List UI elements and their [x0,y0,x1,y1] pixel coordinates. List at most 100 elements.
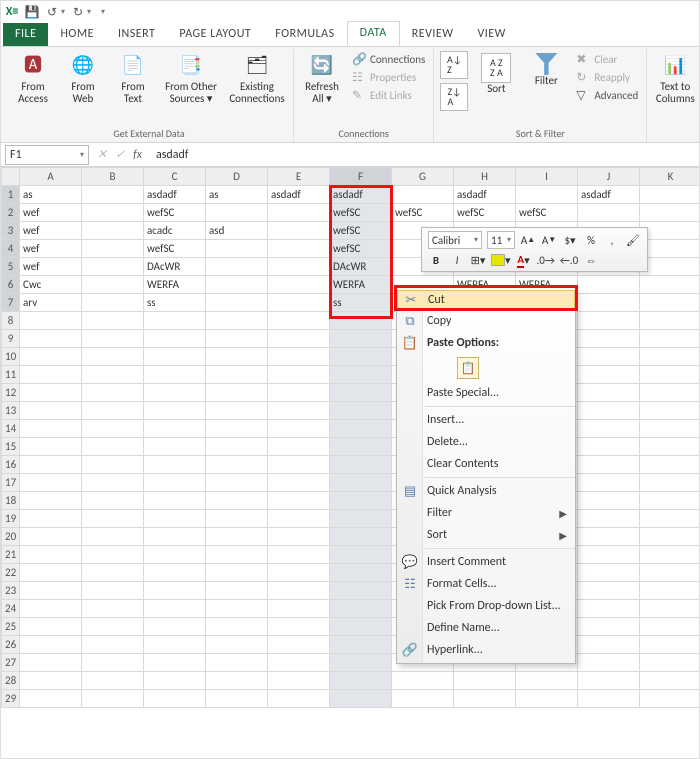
cell-C8[interactable] [144,312,206,330]
cell-F22[interactable] [330,564,392,582]
cell-B24[interactable] [82,600,144,618]
cell-B29[interactable] [82,690,144,708]
row-header-8[interactable]: 8 [2,312,20,330]
cell-A28[interactable] [20,672,82,690]
cell-D21[interactable] [206,546,268,564]
row-header-3[interactable]: 3 [2,222,20,240]
row-header-6[interactable]: 6 [2,276,20,294]
col-header-G[interactable]: G [392,168,454,186]
col-header-F[interactable]: F [330,168,392,186]
ctx-clear-contents[interactable]: Clear Contents [397,453,575,475]
cell-D23[interactable] [206,582,268,600]
cell-C11[interactable] [144,366,206,384]
cell-D27[interactable] [206,654,268,672]
row-header-26[interactable]: 26 [2,636,20,654]
cell-A10[interactable] [20,348,82,366]
cell-H29[interactable] [454,690,516,708]
cell-E25[interactable] [268,618,330,636]
fx-icon[interactable]: fx [133,148,142,162]
cell-E2[interactable] [268,204,330,222]
cell-C22[interactable] [144,564,206,582]
cell-K24[interactable] [640,600,700,618]
cell-A19[interactable] [20,510,82,528]
cell-E8[interactable] [268,312,330,330]
cell-D8[interactable] [206,312,268,330]
font-size-select[interactable]: 11▾ [487,231,515,249]
sort-button[interactable]: A ZZ ASort [474,51,518,95]
cell-K16[interactable] [640,456,700,474]
cell-K19[interactable] [640,510,700,528]
cell-I2[interactable]: wefSC [516,204,578,222]
from-text-button[interactable]: 📄From Text [111,51,155,105]
cell-J19[interactable] [578,510,640,528]
ctx-filter[interactable]: Filter▶ [397,502,575,524]
cell-E28[interactable] [268,672,330,690]
cell-D11[interactable] [206,366,268,384]
bold-button[interactable]: B [428,252,444,268]
cell-J29[interactable] [578,690,640,708]
row-header-20[interactable]: 20 [2,528,20,546]
cell-B22[interactable] [82,564,144,582]
cell-J26[interactable] [578,636,640,654]
from-access-button[interactable]: 🅰From Access [11,51,55,105]
tab-formulas[interactable]: FORMULAS [263,23,346,46]
row-header-19[interactable]: 19 [2,510,20,528]
cell-K9[interactable] [640,330,700,348]
cell-J1[interactable]: asdadf [578,186,640,204]
cell-D9[interactable] [206,330,268,348]
clear-filter-button[interactable]: ✖Clear [574,51,640,67]
cell-A16[interactable] [20,456,82,474]
cell-F16[interactable] [330,456,392,474]
cell-B9[interactable] [82,330,144,348]
cell-A12[interactable] [20,384,82,402]
tab-pagelayout[interactable]: PAGE LAYOUT [167,23,263,46]
cell-B3[interactable] [82,222,144,240]
cell-E22[interactable] [268,564,330,582]
cell-E23[interactable] [268,582,330,600]
row-header-1[interactable]: 1 [2,186,20,204]
cell-E9[interactable] [268,330,330,348]
cell-C27[interactable] [144,654,206,672]
cell-B14[interactable] [82,420,144,438]
cell-F27[interactable] [330,654,392,672]
cell-B8[interactable] [82,312,144,330]
cell-F24[interactable] [330,600,392,618]
cell-J21[interactable] [578,546,640,564]
tab-file[interactable]: FILE [3,23,48,46]
cell-F25[interactable] [330,618,392,636]
cell-F21[interactable] [330,546,392,564]
cell-J7[interactable] [578,294,640,312]
cell-A26[interactable] [20,636,82,654]
cell-J20[interactable] [578,528,640,546]
cell-B25[interactable] [82,618,144,636]
accept-formula-icon[interactable]: ✓ [115,147,125,162]
cell-K17[interactable] [640,474,700,492]
cell-K26[interactable] [640,636,700,654]
cell-J10[interactable] [578,348,640,366]
cell-F3[interactable]: wefSC [330,222,392,240]
cell-K7[interactable] [640,294,700,312]
save-icon[interactable]: 💾 [25,5,39,19]
ctx-insert[interactable]: Insert... [397,409,575,431]
cell-J17[interactable] [578,474,640,492]
select-all-corner[interactable] [2,168,20,186]
comma-format-button[interactable]: , [604,232,620,248]
cell-B7[interactable] [82,294,144,312]
cell-B15[interactable] [82,438,144,456]
cell-A29[interactable] [20,690,82,708]
cell-H1[interactable]: asdadf [454,186,516,204]
cell-E20[interactable] [268,528,330,546]
cell-C5[interactable]: DAcWR [144,258,206,276]
cell-K4[interactable] [640,240,700,258]
cell-C16[interactable] [144,456,206,474]
row-header-2[interactable]: 2 [2,204,20,222]
reapply-button[interactable]: ↻Reapply [574,69,640,85]
ctx-quick-analysis[interactable]: ▤Quick Analysis [397,480,575,502]
cell-C25[interactable] [144,618,206,636]
cell-A14[interactable] [20,420,82,438]
cell-B21[interactable] [82,546,144,564]
cell-E5[interactable] [268,258,330,276]
qat-customize-icon[interactable]: ▾ [101,7,105,17]
undo-icon[interactable]: ↺ [45,5,59,19]
redo-icon[interactable]: ↻ [71,5,85,19]
